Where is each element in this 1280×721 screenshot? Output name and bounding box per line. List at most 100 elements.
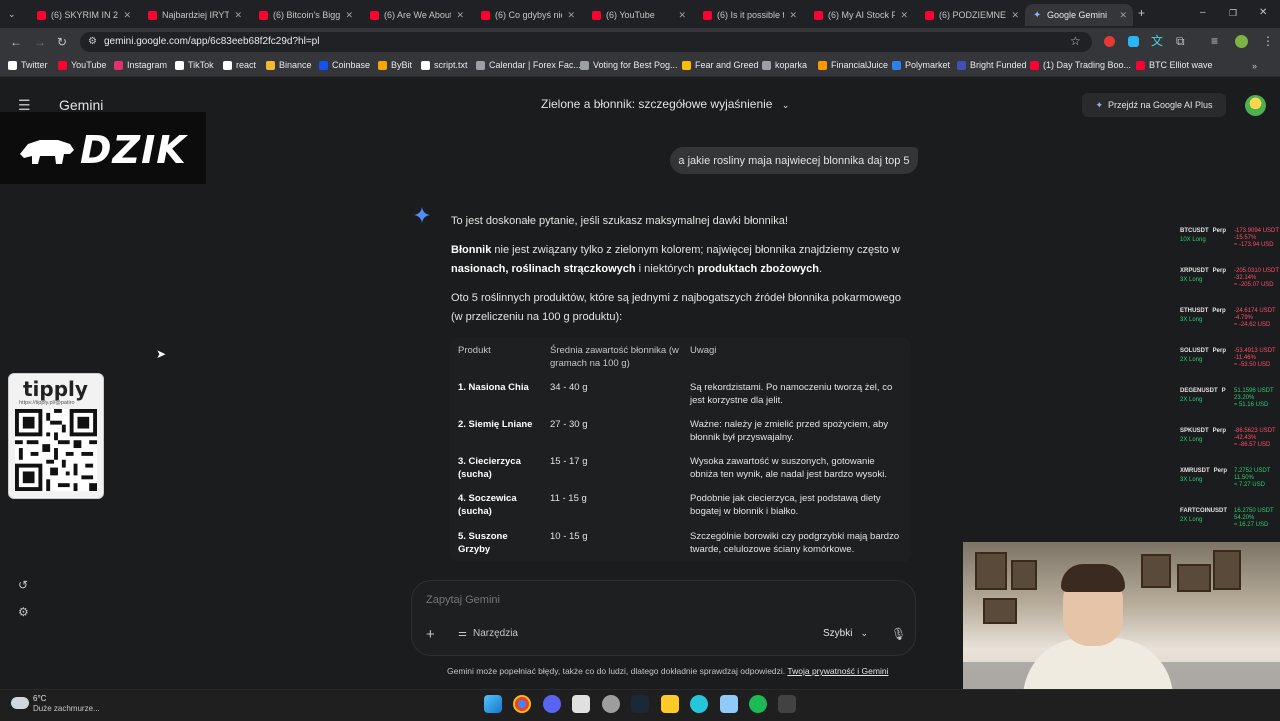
tab-close-icon[interactable]: ✕ — [567, 10, 575, 21]
browser-tab[interactable]: (6) SKYRIM IN 20... ✕ — [29, 4, 137, 26]
url-text[interactable]: gemini.google.com/app/6c83eeb68f2fc29d?h… — [104, 36, 319, 47]
browser-tab[interactable]: (6) Is it possible t... ✕ — [695, 4, 803, 26]
bookmark-item[interactable]: Voting for Best Pog... — [580, 60, 678, 70]
tab-close-icon[interactable]: ✕ — [234, 10, 242, 21]
tab-label: Google Gemini — [1047, 10, 1108, 20]
spotify-icon[interactable] — [749, 695, 767, 713]
pnl-line: ≈ 16.27 USD — [1234, 522, 1269, 528]
prompt-input[interactable] — [426, 594, 726, 606]
translate-icon[interactable]: 文 — [1151, 35, 1163, 47]
bookmark-item[interactable]: Instagram — [114, 60, 167, 70]
microphone-icon[interactable]: 🎙 — [891, 627, 906, 641]
start-icon[interactable] — [484, 695, 502, 713]
browser-tab[interactable]: (6) PODZIEMNE P... ✕ — [917, 4, 1025, 26]
bookmark-item[interactable]: Polymarket — [892, 60, 950, 70]
text: i niektórych — [635, 263, 698, 275]
extensions-puzzle-icon[interactable]: ⧉ — [1176, 35, 1185, 47]
close-window-icon[interactable]: ✕ — [1259, 7, 1267, 19]
tab-close-icon[interactable]: ✕ — [678, 10, 686, 21]
wall-picture — [1177, 564, 1211, 592]
tab-close-icon[interactable]: ✕ — [789, 10, 797, 21]
tab-label: (6) Bitcoin's Bigge... — [273, 10, 341, 20]
app-icon[interactable] — [602, 695, 620, 713]
bookmark-item[interactable]: Bright Funded — [957, 60, 1027, 70]
table-cell-fiber: 11 - 15 g — [550, 493, 587, 504]
bookmark-item[interactable]: Binance — [266, 60, 312, 70]
site-info-icon[interactable]: ⚙ — [88, 36, 97, 48]
bookmark-item[interactable]: TikTok — [175, 60, 214, 70]
browser-tab[interactable]: (6) YouTube ✕ — [584, 4, 692, 26]
symbol-text: XMRUSDT — [1180, 468, 1210, 474]
reload-icon[interactable]: ↻ — [57, 36, 67, 48]
bookmark-item[interactable]: koparka — [762, 60, 807, 70]
bookmark-label: Voting for Best Pog... — [593, 60, 678, 70]
app-icon[interactable] — [690, 695, 708, 713]
weather-description[interactable]: Duże zachmurze... — [33, 704, 100, 713]
wall-picture — [983, 598, 1017, 624]
more-menu-icon[interactable]: ⋮ — [1262, 35, 1274, 47]
bookmark-item[interactable]: Twitter — [8, 60, 48, 70]
bookmark-item[interactable]: Fear and Greed — [682, 60, 759, 70]
bookmark-item[interactable]: BTC Elliot wave — [1136, 60, 1213, 70]
position-leverage: 2X Long — [1180, 357, 1203, 363]
profile-avatar[interactable] — [1235, 35, 1248, 48]
tab-close-icon[interactable]: ✕ — [123, 10, 131, 21]
file-explorer-icon[interactable] — [661, 695, 679, 713]
app-icon[interactable] — [778, 695, 796, 713]
browser-tab[interactable]: (6) Are We About... ✕ — [362, 4, 470, 26]
discord-icon[interactable] — [543, 695, 561, 713]
contract-tag: Perp — [1212, 348, 1227, 354]
chrome-icon[interactable] — [513, 695, 531, 713]
extension-icon[interactable] — [1104, 36, 1115, 47]
minimize-icon[interactable]: – — [1200, 7, 1206, 19]
browser-tab[interactable]: (6) Bitcoin's Bigge... ✕ — [251, 4, 359, 26]
privacy-link[interactable]: Twoja prywatność i Gemini — [787, 666, 888, 676]
weather-temp[interactable]: 6°C — [33, 694, 46, 703]
account-avatar[interactable] — [1245, 95, 1266, 116]
pnl-line: -24.6174 USDT — [1234, 308, 1276, 314]
back-icon[interactable]: ← — [10, 36, 22, 48]
activity-icon[interactable]: ↺ — [18, 578, 28, 592]
bookmark-item[interactable]: script.txt — [421, 60, 468, 70]
tab-search-icon[interactable]: ⌄ — [8, 8, 16, 20]
table-header: Uwagi — [690, 345, 717, 356]
browser-tab[interactable]: ✦ Google Gemini ✕ — [1025, 4, 1133, 26]
media-icon[interactable]: ≡ — [1211, 35, 1218, 47]
maximize-icon[interactable]: ❐ — [1229, 7, 1237, 19]
position-symbol: XRPUSDT Perp — [1180, 268, 1226, 275]
bookmark-label: ByBit — [391, 60, 413, 70]
settings-gear-icon[interactable]: ⚙ — [18, 605, 29, 619]
upgrade-button[interactable]: ✦ Przejdź na Google AI Plus — [1082, 93, 1226, 117]
tab-close-icon[interactable]: ✕ — [345, 10, 353, 21]
chat-title[interactable]: Zielone a błonnik: szczegółowe wyjaśnien… — [541, 97, 789, 111]
bookmark-item[interactable]: Calendar | Forex Fac... — [476, 60, 581, 70]
browser-tab[interactable]: (6) Co gdybyś nie... ✕ — [473, 4, 581, 26]
add-attachment-icon[interactable]: + — [426, 626, 435, 643]
symbol-text: BTCUSDT — [1180, 228, 1209, 234]
bookmark-item[interactable]: Coinbase — [319, 60, 370, 70]
youtube-favicon-icon — [592, 10, 601, 20]
tools-button[interactable]: ⚌ Narzędzia — [458, 628, 518, 639]
app-icon[interactable] — [572, 695, 590, 713]
bookmark-item[interactable]: FinancialJuice — [818, 60, 888, 70]
tab-close-icon[interactable]: ✕ — [900, 10, 908, 21]
tab-close-icon[interactable]: ✕ — [1011, 10, 1019, 21]
browser-tab[interactable]: Najbardziej IRYTU... ✕ — [140, 4, 248, 26]
forward-icon[interactable]: → — [34, 36, 46, 48]
bookmark-item[interactable]: (1) Day Trading Boo... — [1030, 60, 1131, 70]
bookmark-item[interactable]: YouTube — [58, 60, 106, 70]
bookmark-star-icon[interactable]: ☆ — [1070, 35, 1081, 47]
steam-icon[interactable] — [631, 695, 649, 713]
bookmark-item[interactable]: react — [223, 60, 256, 70]
bookmark-item[interactable]: ByBit — [378, 60, 412, 70]
table-cell-fiber: 15 - 17 g — [550, 456, 588, 467]
bookmark-label: Instagram — [127, 60, 168, 70]
mode-selector[interactable]: Szybki ⌄ — [823, 628, 868, 639]
tab-close-icon[interactable]: ✕ — [456, 10, 464, 21]
extension-icon[interactable] — [1128, 36, 1139, 47]
tab-close-icon[interactable]: ✕ — [1119, 10, 1127, 21]
more-bookmarks-icon[interactable]: » — [1252, 60, 1257, 72]
app-icon[interactable] — [720, 695, 738, 713]
new-tab-icon[interactable]: + — [1138, 7, 1145, 19]
browser-tab[interactable]: (6) My AI Stock Pi... ✕ — [806, 4, 914, 26]
